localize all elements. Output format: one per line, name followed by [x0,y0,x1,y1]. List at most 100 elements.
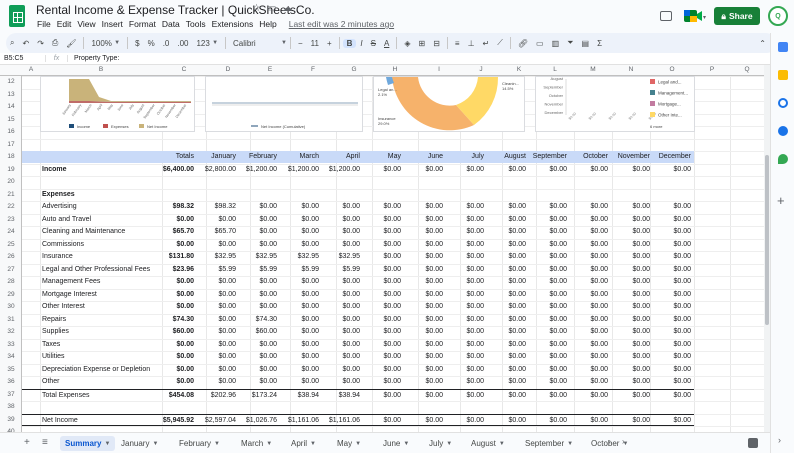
month-cell[interactable]: $0.00 [425,366,443,373]
tab-september[interactable]: September ▼ [520,436,578,451]
month-cell[interactable]: $0.00 [508,241,526,248]
month-cell[interactable]: $32.95 [215,253,236,260]
month-cell[interactable]: $0.00 [590,353,608,360]
month-cell[interactable]: $0.00 [632,241,650,248]
month-cell[interactable]: $0.00 [632,253,650,260]
percent-format-button[interactable]: % [144,39,159,48]
month-cell[interactable]: $0.00 [425,291,443,298]
month-cell[interactable]: $0.00 [383,166,401,173]
month-cell[interactable]: $0.00 [508,353,526,360]
decrease-decimal-button[interactable]: .0 [159,39,174,48]
font-size-increase-icon[interactable]: + [323,39,336,48]
tab-august[interactable]: August ▼ [466,436,510,451]
month-cell[interactable]: $0.00 [590,253,608,260]
column-header-q[interactable]: Q [730,66,764,73]
month-cell[interactable]: $0.00 [549,203,567,210]
month-cell[interactable]: $0.00 [301,216,319,223]
month-cell[interactable]: $1,026.76 [246,417,277,424]
net-income-cumulative-chart[interactable]: Net Income (Cumulative) [205,76,363,132]
row-header[interactable]: 14 [0,103,22,110]
month-cell[interactable]: $0.00 [632,366,650,373]
undo-icon[interactable]: ↶ [18,39,33,48]
total-cell[interactable]: $0.00 [176,353,194,360]
last-edit-link[interactable]: Last edit was 2 minutes ago [286,19,397,29]
month-cell[interactable]: $0.00 [590,316,608,323]
text-wrap-icon[interactable]: ↵ [479,39,494,48]
column-heading[interactable]: May [388,153,401,160]
month-cell[interactable]: $74.30 [256,316,277,323]
print-icon[interactable]: ⎙ [48,38,62,48]
row-header[interactable]: 28 [0,278,22,285]
month-cell[interactable]: $0.00 [425,241,443,248]
month-cell[interactable]: $0.00 [342,203,360,210]
row-label[interactable]: Expenses [42,191,75,198]
month-cell[interactable]: $0.00 [632,328,650,335]
column-header-n[interactable]: N [612,66,650,73]
tasks-icon[interactable] [778,98,788,108]
month-cell[interactable]: $0.00 [425,316,443,323]
row-header[interactable]: 25 [0,241,22,248]
avatar[interactable]: Q [768,6,788,26]
month-cell[interactable]: $0.00 [383,228,401,235]
month-cell[interactable]: $0.00 [508,366,526,373]
month-cell[interactable]: $0.00 [466,291,484,298]
month-cell[interactable]: $0.00 [383,366,401,373]
insert-comment-icon[interactable]: ▭ [532,39,548,48]
month-cell[interactable]: $0.00 [590,392,608,399]
month-cell[interactable]: $0.00 [466,353,484,360]
sheets-logo-icon[interactable] [9,5,25,27]
month-cell[interactable]: $1,200.00 [246,166,277,173]
row-label[interactable]: Total Expenses [42,392,89,399]
vertical-align-icon[interactable]: ⊥ [464,39,479,48]
month-cell[interactable]: $0.00 [425,392,443,399]
row-label[interactable]: Commissions [42,241,84,248]
month-cell[interactable]: $32.95 [339,253,360,260]
row-label[interactable]: Cleaning and Maintenance [42,228,125,235]
column-heading[interactable]: October [583,153,608,160]
row-label[interactable]: Depreciation Expense or Depletion [42,366,150,373]
month-cell[interactable]: $5.99 [259,266,277,273]
month-cell[interactable]: $0.00 [342,353,360,360]
paint-format-icon[interactable]: 🖌︎ [62,39,80,48]
month-cell[interactable]: $0.00 [549,392,567,399]
month-cell[interactable]: $0.00 [466,216,484,223]
month-cell[interactable]: $0.00 [632,266,650,273]
month-cell[interactable]: $0.00 [259,353,277,360]
month-cell[interactable]: $0.00 [673,316,691,323]
row-label[interactable]: Taxes [42,341,60,348]
month-cell[interactable]: $0.00 [590,203,608,210]
month-cell[interactable]: $0.00 [466,303,484,310]
month-cell[interactable]: $0.00 [425,166,443,173]
month-cell[interactable]: $0.00 [342,303,360,310]
month-cell[interactable]: $0.00 [259,291,277,298]
font-select[interactable]: Calibri [229,39,281,48]
functions-icon[interactable]: Σ [593,39,606,48]
month-cell[interactable]: $0.00 [425,203,443,210]
month-cell[interactable]: $0.00 [632,203,650,210]
month-cell[interactable]: $0.00 [673,378,691,385]
month-cell[interactable]: $0.00 [425,266,443,273]
month-cell[interactable]: $0.00 [549,228,567,235]
row-label[interactable]: Management Fees [42,278,100,285]
total-cell[interactable]: $0.00 [176,341,194,348]
month-cell[interactable]: $0.00 [590,303,608,310]
menu-extensions[interactable]: Extensions [209,19,257,29]
month-cell[interactable]: $5.99 [301,266,319,273]
month-cell[interactable]: $5.99 [218,266,236,273]
month-cell[interactable]: $0.00 [508,378,526,385]
month-cell[interactable]: $0.00 [466,366,484,373]
borders-icon[interactable]: ⊞ [415,39,430,48]
column-heading[interactable]: January [211,153,236,160]
month-cell[interactable]: $0.00 [673,278,691,285]
tab-summary[interactable]: Summary ▼ [60,436,116,451]
row-header[interactable]: 16 [0,128,22,135]
month-cell[interactable]: $38.94 [339,392,360,399]
month-cell[interactable]: $0.00 [301,228,319,235]
month-cell[interactable]: $0.00 [466,241,484,248]
total-cell[interactable]: $23.96 [173,266,194,273]
column-heading[interactable]: August [504,153,526,160]
month-cell[interactable]: $0.00 [632,392,650,399]
contacts-icon[interactable] [778,126,788,136]
formula-input[interactable]: Property Type: [68,55,119,62]
month-cell[interactable]: $0.00 [425,341,443,348]
